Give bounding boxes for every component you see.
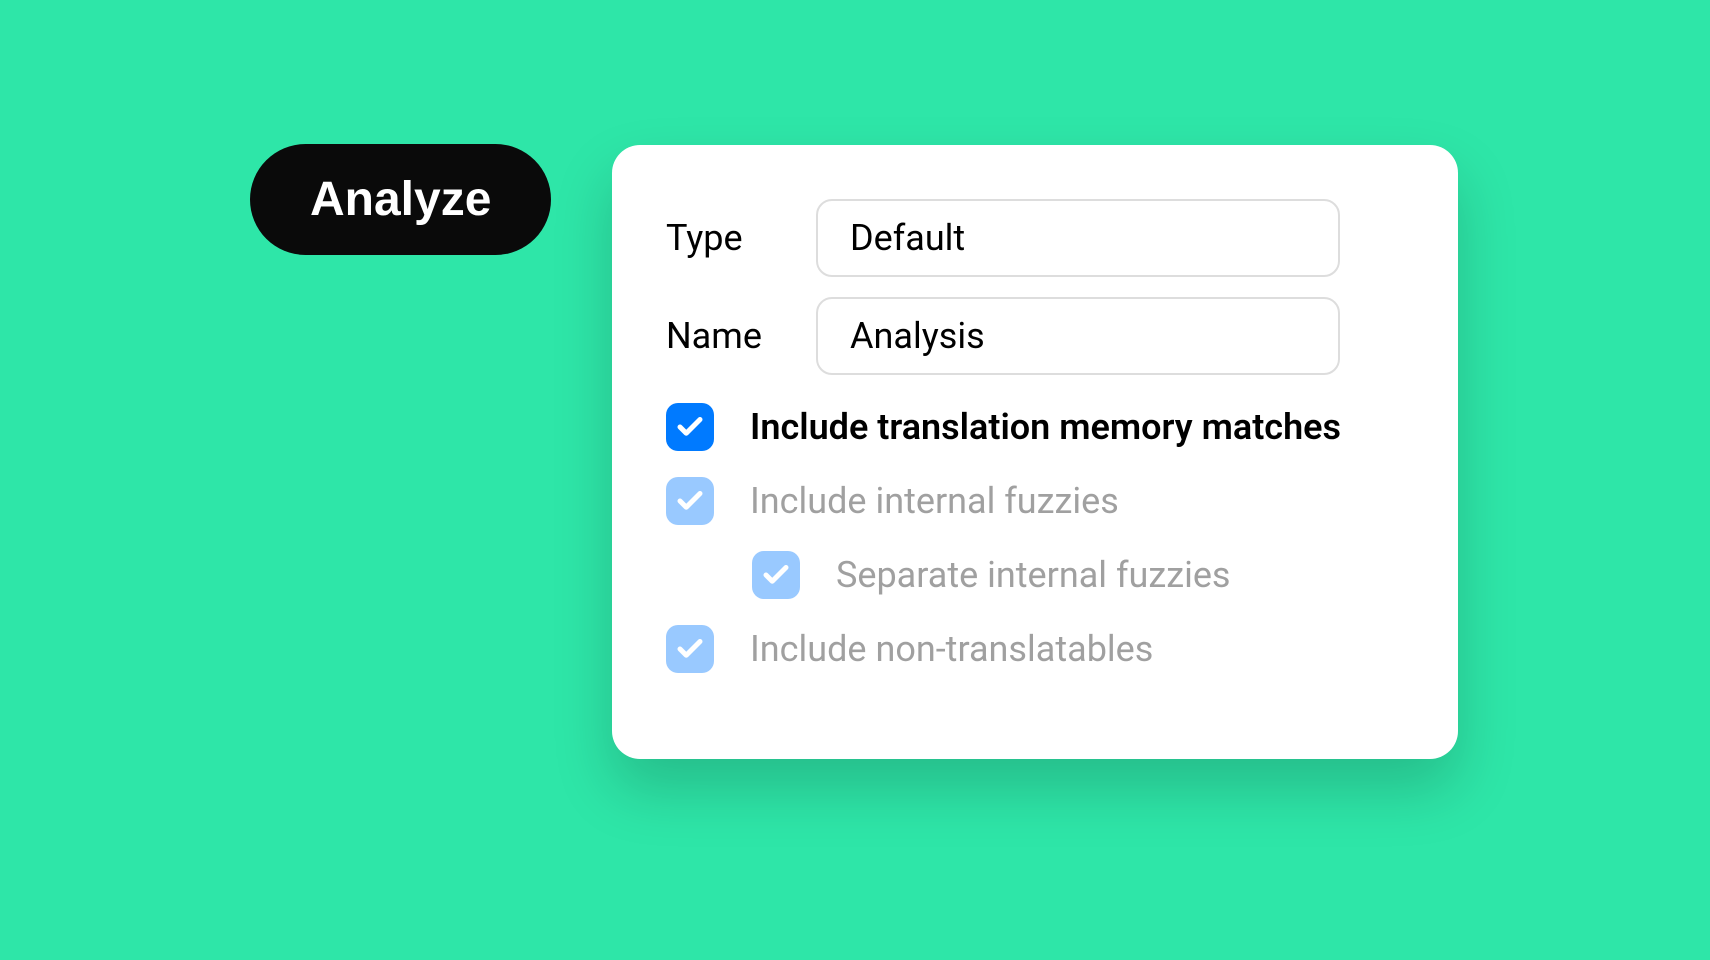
separate-fuzzies-checkbox[interactable] xyxy=(752,551,800,599)
name-label: Name xyxy=(666,315,816,357)
separate-fuzzies-label: Separate internal fuzzies xyxy=(836,554,1231,596)
check-icon xyxy=(675,412,705,442)
name-row: Name xyxy=(666,297,1404,375)
internal-fuzzies-label: Include internal fuzzies xyxy=(750,480,1119,522)
separate-fuzzies-row: Separate internal fuzzies xyxy=(666,551,1404,599)
tm-matches-checkbox[interactable] xyxy=(666,403,714,451)
type-row: Type xyxy=(666,199,1404,277)
check-icon xyxy=(761,560,791,590)
tm-matches-label: Include translation memory matches xyxy=(750,406,1341,448)
tm-matches-row: Include translation memory matches xyxy=(666,403,1404,451)
check-icon xyxy=(675,486,705,516)
internal-fuzzies-checkbox[interactable] xyxy=(666,477,714,525)
name-input[interactable] xyxy=(816,297,1340,375)
internal-fuzzies-row: Include internal fuzzies xyxy=(666,477,1404,525)
non-translatables-label: Include non-translatables xyxy=(750,628,1153,670)
check-icon xyxy=(675,634,705,664)
non-translatables-row: Include non-translatables xyxy=(666,625,1404,673)
analyze-button[interactable]: Analyze xyxy=(250,144,551,255)
checkbox-section: Include translation memory matches Inclu… xyxy=(666,403,1404,673)
settings-card: Type Name Include translation memory mat… xyxy=(612,145,1458,759)
type-input[interactable] xyxy=(816,199,1340,277)
type-label: Type xyxy=(666,217,816,259)
non-translatables-checkbox[interactable] xyxy=(666,625,714,673)
